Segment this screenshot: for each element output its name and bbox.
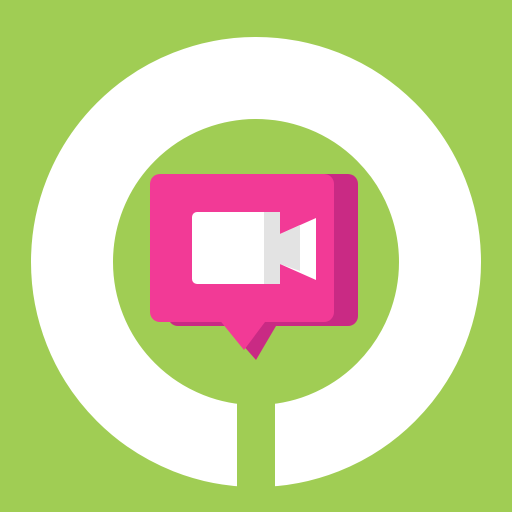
app-icon [0, 0, 512, 512]
ring-stem-gap [237, 400, 275, 512]
video-chat-icon [0, 0, 512, 512]
